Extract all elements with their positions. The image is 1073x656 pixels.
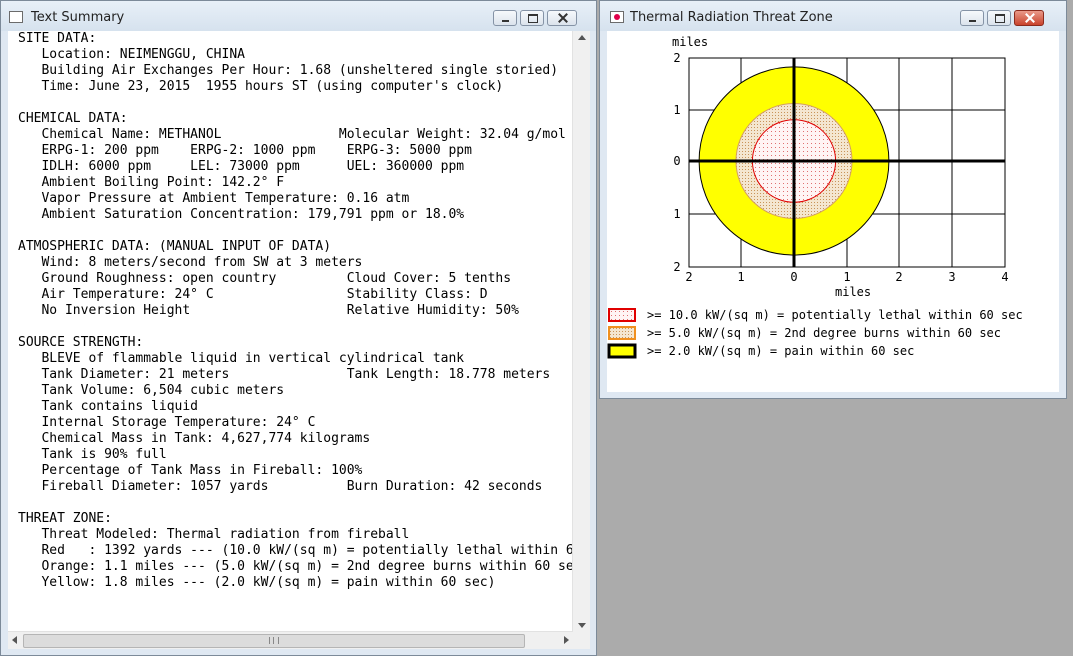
legend-swatch-orange (608, 326, 636, 340)
x-tick-label: 1 (843, 270, 850, 284)
minimize-icon[interactable] (493, 10, 517, 26)
text-summary-window: Text Summary SITE DATA: Location: NEIMEN… (0, 0, 597, 656)
close-icon[interactable] (1014, 10, 1044, 26)
horizontal-scrollbar[interactable] (8, 631, 573, 649)
x-tick-label: 1 (737, 270, 744, 284)
window-controls (960, 10, 1044, 26)
x-axis-unit: miles (835, 285, 871, 299)
y-tick-label: 0 (673, 154, 680, 168)
text-summary-titlebar[interactable]: Text Summary (1, 1, 596, 31)
legend-swatch-yellow (607, 343, 637, 359)
plot-window-icon (610, 11, 624, 23)
legend-label: >= 10.0 kW/(sq m) = potentially lethal w… (647, 308, 1023, 322)
x-tick-label: 2 (685, 270, 692, 284)
vertical-scrollbar[interactable] (572, 31, 590, 632)
legend-label: >= 2.0 kW/(sq m) = pain within 60 sec (647, 344, 914, 358)
legend-swatch-red (608, 308, 636, 322)
close-icon[interactable] (547, 10, 577, 26)
threat-zone-plot: 2 1 0 1 2 3 4 2 1 0 1 2 miles miles >= 10.0 kW/(sq … (607, 35, 1023, 359)
maximize-icon[interactable] (520, 10, 544, 26)
y-tick-label: 1 (673, 207, 680, 221)
window-title: Text Summary (31, 10, 125, 25)
scrollbar-corner (573, 632, 590, 649)
grip-icon (269, 637, 279, 644)
y-tick-label: 2 (673, 51, 680, 65)
threat-zone-window: Thermal Radiation Threat Zone 2 1 0 1 2 3 4 2 1 0… (599, 0, 1067, 399)
window-title: Thermal Radiation Threat Zone (630, 10, 833, 25)
scroll-left-icon[interactable] (12, 636, 17, 644)
x-tick-label: 3 (948, 270, 955, 284)
legend-label: >= 5.0 kW/(sq m) = 2nd degree burns with… (647, 326, 1001, 340)
summary-text: SITE DATA: Location: NEIMENGGU, CHINA Bu… (18, 31, 573, 590)
red-dot-icon (614, 14, 620, 20)
maximize-icon[interactable] (987, 10, 1011, 26)
text-view[interactable]: SITE DATA: Location: NEIMENGGU, CHINA Bu… (8, 31, 573, 632)
y-tick-label: 2 (673, 260, 680, 274)
threat-zone-titlebar[interactable]: Thermal Radiation Threat Zone (600, 1, 1066, 31)
horizontal-scroll-thumb[interactable] (23, 634, 525, 648)
minimize-icon[interactable] (960, 10, 984, 26)
y-axis-unit: miles (672, 35, 708, 49)
threat-zone-content: 2 1 0 1 2 3 4 2 1 0 1 2 miles miles >= 10.0 kW/(sq … (607, 31, 1059, 392)
scroll-right-icon[interactable] (564, 636, 569, 644)
x-tick-label: 4 (1001, 270, 1008, 284)
window-controls (493, 10, 577, 26)
text-window-icon (9, 11, 23, 23)
y-tick-label: 1 (673, 103, 680, 117)
scroll-down-icon[interactable] (578, 623, 586, 628)
text-summary-content: SITE DATA: Location: NEIMENGGU, CHINA Bu… (8, 31, 590, 649)
x-tick-label: 0 (790, 270, 797, 284)
legend: >= 10.0 kW/(sq m) = potentially lethal w… (607, 308, 1023, 359)
x-tick-label: 2 (895, 270, 902, 284)
scroll-up-icon[interactable] (578, 35, 586, 40)
